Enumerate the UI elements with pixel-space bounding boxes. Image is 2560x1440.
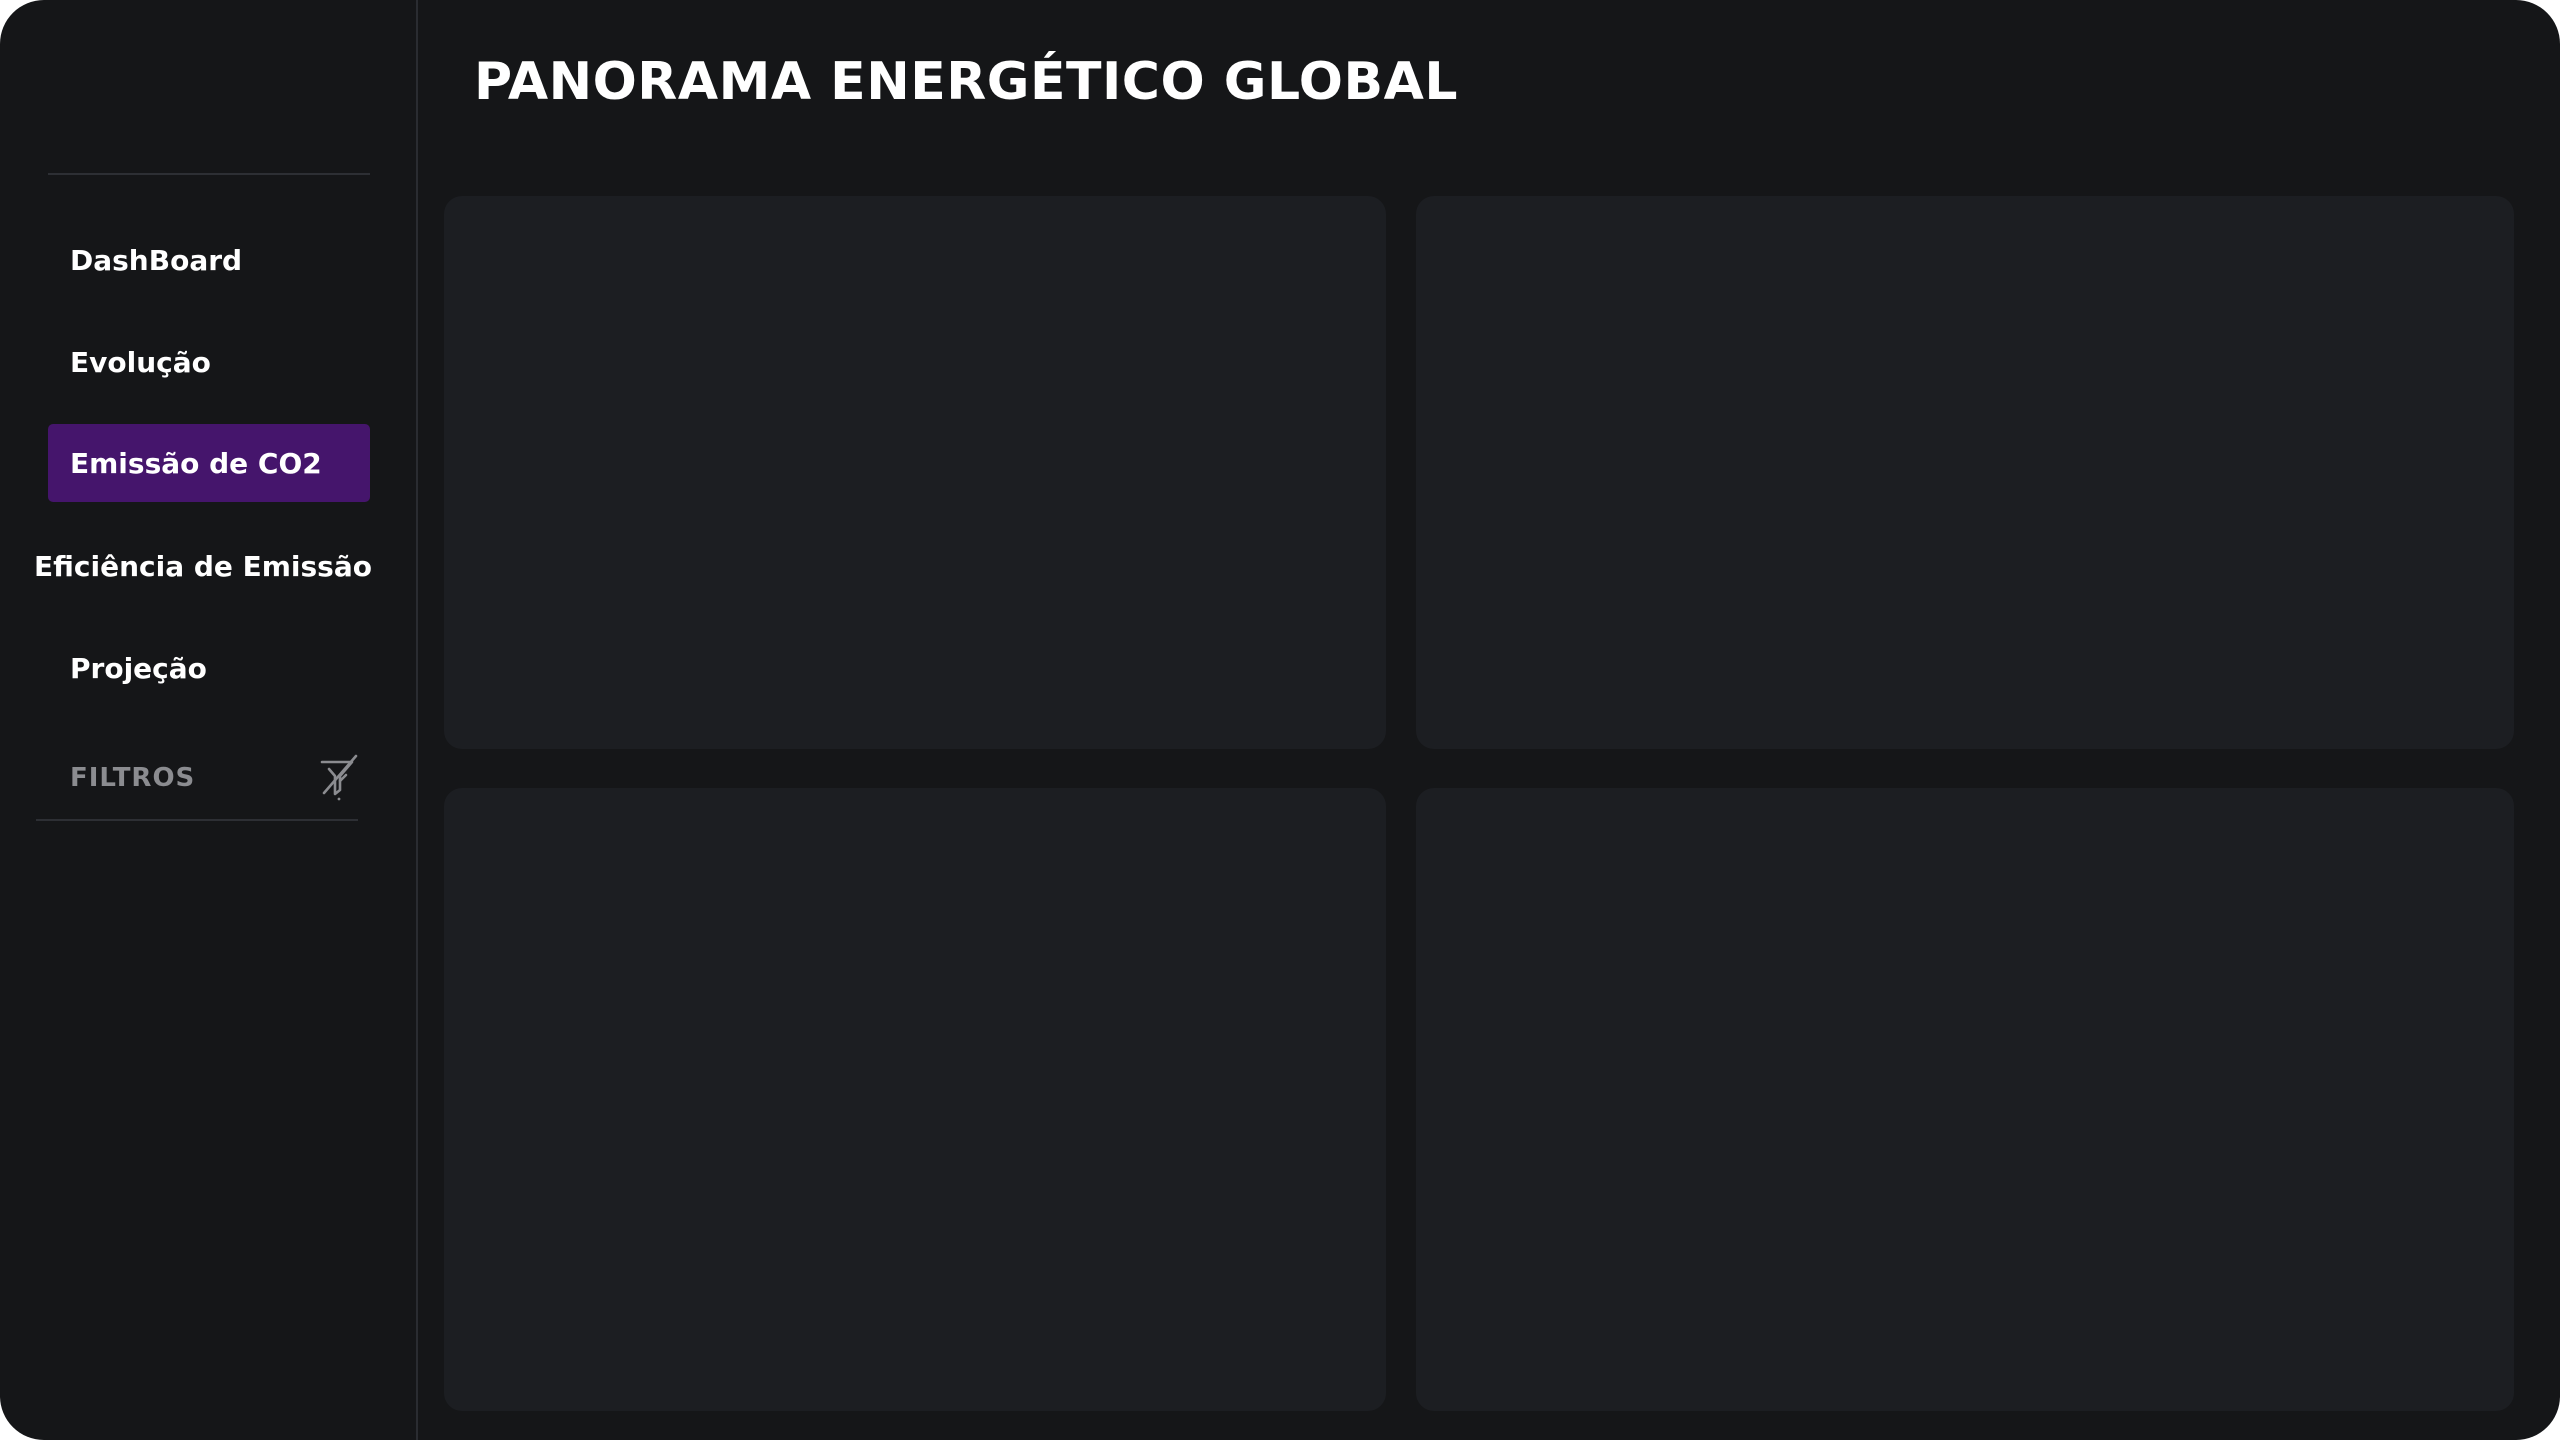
sidebar-item-label: Projeção bbox=[70, 651, 207, 685]
page-title: PANORAMA ENERGÉTICO GLOBAL bbox=[474, 52, 1458, 112]
sidebar-item-label: Eficiência de Emissão bbox=[34, 549, 372, 583]
app-window: DashBoard Evolução Emissão de CO2 Eficiê… bbox=[0, 0, 2560, 1440]
filters-header: FILTROS bbox=[48, 738, 370, 818]
chart-card-top-left bbox=[444, 196, 1386, 749]
filters-label: FILTROS bbox=[70, 763, 196, 793]
filter-off-icon[interactable] bbox=[316, 753, 362, 803]
sidebar: DashBoard Evolução Emissão de CO2 Eficiê… bbox=[0, 0, 418, 1440]
sidebar-item-evolucao[interactable]: Evolução bbox=[48, 323, 370, 401]
sidebar-item-label: Evolução bbox=[70, 345, 211, 379]
sidebar-item-dashboard[interactable]: DashBoard bbox=[48, 221, 370, 299]
sidebar-item-projecao[interactable]: Projeção bbox=[48, 629, 370, 707]
sidebar-divider bbox=[36, 819, 358, 821]
sidebar-item-emissao-co2[interactable]: Emissão de CO2 bbox=[48, 424, 370, 502]
chart-card-top-right bbox=[1416, 196, 2514, 749]
chart-card-bottom-right bbox=[1416, 788, 2514, 1411]
chart-card-bottom-left bbox=[444, 788, 1386, 1411]
sidebar-divider bbox=[48, 173, 370, 175]
sidebar-item-label: Emissão de CO2 bbox=[70, 446, 322, 480]
sidebar-item-label: DashBoard bbox=[70, 243, 243, 277]
sidebar-item-eficiencia-emissao[interactable]: Eficiência de Emissão bbox=[34, 527, 376, 605]
